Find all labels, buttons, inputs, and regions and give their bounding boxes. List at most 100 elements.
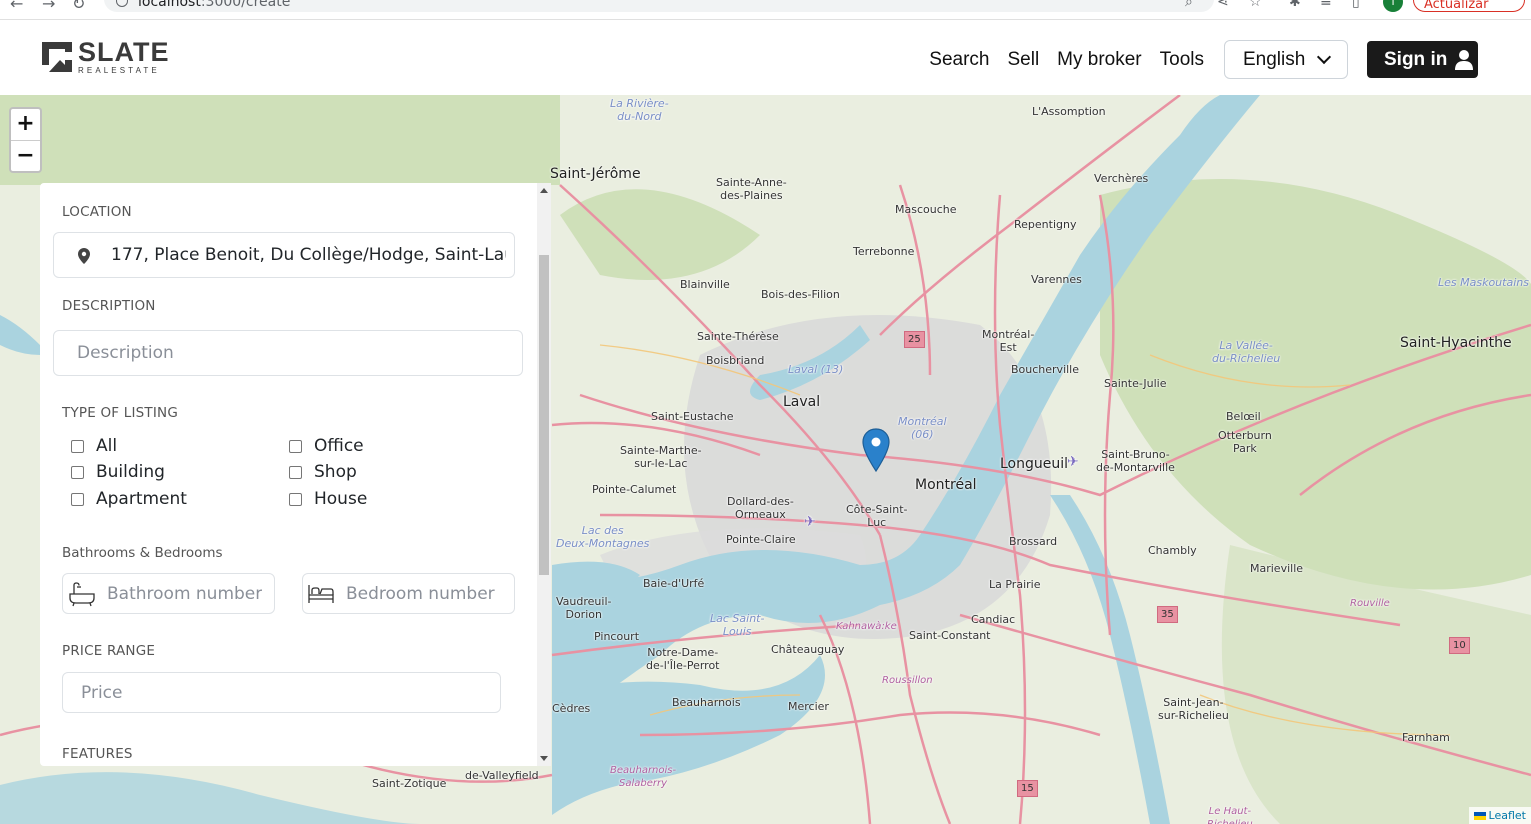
map-label: Pointe-Calumet — [592, 483, 677, 496]
nav-my-broker[interactable]: My broker — [1057, 49, 1141, 71]
main-nav: Search Sell My broker Tools English Sign… — [929, 40, 1478, 79]
profile-avatar[interactable]: T — [1383, 0, 1403, 12]
logo[interactable]: SLATE REALESTATE — [40, 37, 170, 75]
map-label: Varennes — [1031, 273, 1082, 286]
checkbox[interactable] — [289, 439, 302, 453]
checkbox-house[interactable]: House — [289, 489, 367, 509]
nav-tools[interactable]: Tools — [1160, 49, 1204, 71]
map-pin-icon — [78, 248, 90, 264]
map-label: Laval (13) — [788, 363, 844, 376]
location-field[interactable]: 177, Place Benoit, Du Collège/Hodge, Sai… — [53, 232, 515, 278]
scroll-thumb[interactable] — [539, 255, 549, 575]
map-label: La Vallée-du-Richelieu — [1212, 339, 1281, 365]
highway-shield: 15 — [1017, 780, 1038, 797]
map-label: Saint-Jean-sur-Richelieu — [1158, 696, 1229, 722]
checkbox[interactable] — [289, 465, 302, 479]
map-label: Rouville — [1350, 598, 1390, 609]
address-bar[interactable]: localhost:3000/create — [104, 0, 1214, 12]
map-label: Belœil — [1226, 410, 1261, 423]
extensions-icon[interactable]: ✱ — [1289, 0, 1301, 10]
scroll-up-icon[interactable] — [540, 188, 548, 193]
bathroom-input[interactable]: Bathroom number — [62, 573, 275, 614]
site-info-icon[interactable] — [116, 0, 128, 7]
logo-mark-icon — [40, 40, 74, 74]
map-label: Saint-Zotique — [372, 777, 447, 790]
location-marker-icon[interactable] — [862, 428, 890, 472]
nav-search[interactable]: Search — [929, 49, 989, 71]
map-label: Saint-Constant — [909, 629, 991, 642]
map-label: Sainte-Marthe-sur-le-Lac — [620, 444, 702, 470]
map-label: Mercier — [788, 700, 829, 713]
map-label: Farnham — [1402, 731, 1450, 744]
map-label: Sainte-Julie — [1104, 377, 1167, 390]
sidepanel-icon[interactable]: ▯ — [1352, 0, 1360, 10]
map-attribution[interactable]: Leaflet — [1468, 807, 1531, 824]
description-placeholder: Description — [77, 343, 174, 363]
map-label: Dollard-des- Ormeaux — [727, 495, 794, 521]
highway-shield: 35 — [1157, 606, 1178, 623]
map-label: Pincourt — [594, 630, 640, 643]
bedroom-input[interactable]: Bedroom number — [302, 573, 515, 614]
checkbox-all[interactable]: All — [71, 436, 117, 456]
price-range-label: PRICE RANGE — [62, 643, 156, 659]
map-label: La Rivière-du-Nord — [610, 97, 669, 123]
checkbox[interactable] — [71, 465, 84, 479]
map-label: Roussillon — [882, 675, 933, 686]
zoom-icon[interactable]: ⌕ — [1185, 0, 1193, 10]
zoom-in-button[interactable]: + — [11, 109, 40, 140]
chevron-down-icon — [1317, 49, 1332, 64]
map-label: La Prairie — [989, 578, 1041, 591]
airport-icon: ✈ — [804, 514, 816, 530]
map-label: Marieville — [1250, 562, 1304, 575]
user-icon — [1455, 49, 1474, 70]
checkbox[interactable] — [71, 492, 84, 506]
price-input[interactable]: Price — [62, 672, 501, 713]
highway-shield: 10 — [1449, 637, 1470, 654]
share-icon[interactable]: ⋖ — [1217, 0, 1229, 10]
ukraine-flag-icon — [1473, 812, 1486, 820]
checkbox-office[interactable]: Office — [289, 436, 364, 456]
reload-icon[interactable]: ↻ — [72, 0, 85, 13]
checkbox[interactable] — [71, 439, 84, 453]
bathtub-icon — [69, 582, 95, 607]
checkbox-shop[interactable]: Shop — [289, 462, 357, 482]
bathroom-placeholder: Bathroom number — [107, 584, 263, 604]
features-label: FEATURES — [62, 746, 133, 762]
map-label: Beauharnois — [672, 696, 741, 709]
language-select[interactable]: English — [1224, 40, 1348, 79]
update-browser-button[interactable]: Actualizar — [1413, 0, 1525, 12]
forward-icon[interactable]: → — [42, 0, 55, 13]
map-label: de-Valleyfield — [465, 769, 539, 782]
zoom-out-button[interactable]: − — [11, 140, 40, 171]
leaflet-link[interactable]: Leaflet — [1489, 809, 1526, 822]
media-icon[interactable]: ≡ — [1320, 0, 1332, 10]
bookmark-star-icon[interactable]: ☆ — [1249, 0, 1262, 10]
bath-bed-label: Bathrooms & Bedrooms — [62, 545, 223, 561]
panel-scrollbar[interactable] — [537, 183, 551, 766]
map-label: Châteauguay — [771, 643, 845, 656]
map-label: Notre-Dame-de-l'Île-Perrot — [646, 646, 720, 672]
map-label: L'Assomption — [1032, 105, 1106, 118]
language-value: English — [1243, 48, 1306, 70]
description-input[interactable]: Description — [53, 330, 523, 376]
scroll-down-icon[interactable] — [540, 756, 548, 761]
map-label: Blainville — [680, 278, 730, 291]
map-label: Montréal- Est — [982, 328, 1035, 354]
checkbox-building[interactable]: Building — [71, 462, 165, 482]
sign-in-button[interactable]: Sign in — [1367, 41, 1478, 78]
back-icon[interactable]: ← — [10, 0, 23, 13]
browser-toolbar: ← → ↻ localhost:3000/create ⌕ ⋖ ☆ ✱ ≡ ▯ … — [0, 0, 1531, 20]
sign-in-label: Sign in — [1384, 48, 1448, 70]
checkbox[interactable] — [289, 492, 302, 506]
map-label: Vaudreuil- Dorion — [556, 595, 612, 621]
highway-shield: 25 — [904, 331, 925, 348]
map-label: Les Maskoutains — [1438, 276, 1529, 289]
map-label: Montréal — [915, 477, 977, 493]
logo-title: SLATE — [78, 37, 170, 67]
url-text: localhost:3000/create — [138, 0, 291, 10]
checkbox-apartment[interactable]: Apartment — [71, 489, 187, 509]
map-label: Longueuil — [1000, 456, 1069, 472]
app-header: SLATE REALESTATE Search Sell My broker T… — [0, 20, 1531, 95]
map-label: Verchères — [1094, 172, 1149, 185]
nav-sell[interactable]: Sell — [1007, 49, 1039, 71]
